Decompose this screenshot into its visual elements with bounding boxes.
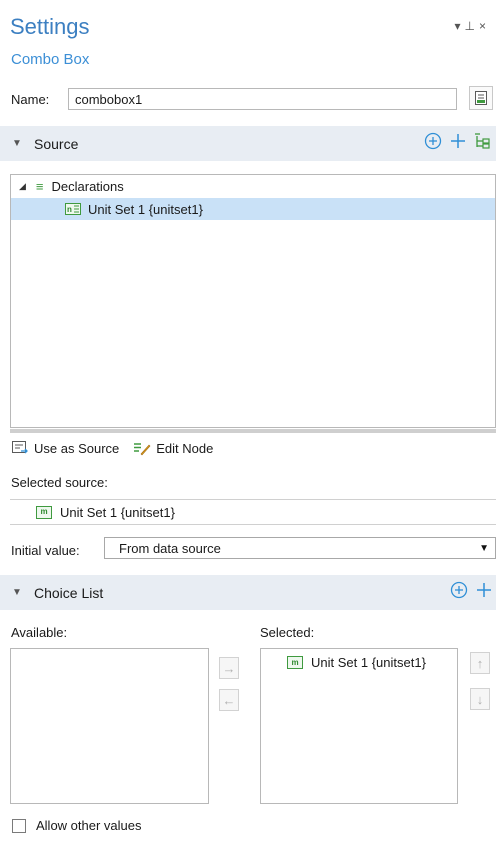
name-label: Name: <box>11 92 50 107</box>
collapse-icon[interactable]: ▼ <box>12 138 22 149</box>
arrow-up-icon: ↑ <box>476 655 484 671</box>
pin-icon[interactable]: ⊥ <box>465 19 479 33</box>
source-section-header[interactable]: ▼ Source <box>0 126 496 161</box>
plus-icon[interactable] <box>476 582 492 598</box>
close-icon[interactable]: × <box>479 19 490 33</box>
svg-text:n: n <box>67 205 72 214</box>
name-input[interactable] <box>68 88 457 110</box>
use-as-source-icon <box>12 441 28 454</box>
window-controls[interactable]: ▾⊥× <box>455 19 491 33</box>
source-section-title: Source <box>34 135 79 152</box>
edit-node-label: Edit Node <box>156 441 214 456</box>
selected-source-label: Selected source: <box>11 475 108 490</box>
allow-other-values-label: Allow other values <box>36 818 142 833</box>
expand-triangle-icon[interactable]: ◢ <box>19 181 26 192</box>
source-toolbar: Use as Source Edit Node <box>12 441 221 456</box>
panel-subtitle: Combo Box <box>11 51 90 68</box>
available-list[interactable] <box>10 648 209 804</box>
arrow-left-icon: ← <box>222 692 236 708</box>
tree-node-label: Unit Set 1 {unitset1} <box>88 201 203 217</box>
resize-splitter[interactable] <box>10 429 496 433</box>
collapse-icon[interactable]: ▼ <box>12 587 22 598</box>
add-circle-icon[interactable] <box>450 581 468 599</box>
edit-node-icon <box>134 443 151 456</box>
selected-source-value: Unit Set 1 {unitset1} <box>60 504 175 520</box>
document-icon <box>475 91 487 105</box>
tree-node-unitset[interactable]: n Unit Set 1 {unitset1} <box>11 198 495 220</box>
selected-source-field: m Unit Set 1 {unitset1} <box>10 499 496 525</box>
move-down-button[interactable]: ↓ <box>470 688 490 710</box>
dropdown-icon[interactable]: ▾ <box>455 19 465 33</box>
move-up-button[interactable]: ↑ <box>470 652 490 674</box>
allow-other-values-checkbox[interactable] <box>12 819 26 833</box>
tree-filter-icon[interactable] <box>474 132 492 150</box>
choice-list-section-header[interactable]: ▼ Choice List <box>0 575 496 610</box>
unit-set-icon: n <box>65 202 82 216</box>
open-documentation-button[interactable] <box>469 86 493 110</box>
unit-set-icon: m <box>287 656 303 669</box>
edit-node-button[interactable]: Edit Node <box>133 441 213 456</box>
selected-label: Selected: <box>260 625 315 640</box>
tree-node-label: Declarations <box>51 178 124 194</box>
arrow-down-icon: ↓ <box>476 691 484 707</box>
initial-value-label: Initial value: <box>11 543 80 558</box>
initial-value-selected: From data source <box>119 540 221 556</box>
choice-list-section-title: Choice List <box>34 584 104 601</box>
move-left-button[interactable]: ← <box>219 689 239 711</box>
available-label: Available: <box>11 625 68 640</box>
list-item[interactable]: m Unit Set 1 {unitset1} <box>287 655 426 670</box>
source-tree[interactable]: ◢ ≡ Declarations n Unit Set 1 {unitset1} <box>10 174 496 428</box>
use-as-source-button[interactable]: Use as Source <box>12 441 119 456</box>
chevron-down-icon: ▼ <box>479 542 489 554</box>
arrow-right-icon: → <box>222 660 236 676</box>
panel-title: Settings <box>10 14 90 39</box>
selected-list[interactable]: m Unit Set 1 {unitset1} <box>260 648 458 804</box>
unit-set-icon: m <box>36 505 52 519</box>
move-right-button[interactable]: → <box>219 657 239 679</box>
declarations-icon: ≡ <box>35 178 44 194</box>
initial-value-select[interactable]: From data source ▼ <box>104 537 496 559</box>
use-as-source-label: Use as Source <box>34 441 120 456</box>
add-circle-icon[interactable] <box>424 132 442 150</box>
plus-icon[interactable] <box>450 133 466 149</box>
selected-item-label: Unit Set 1 {unitset1} <box>311 655 426 670</box>
tree-node-declarations[interactable]: ◢ ≡ Declarations <box>11 175 495 197</box>
